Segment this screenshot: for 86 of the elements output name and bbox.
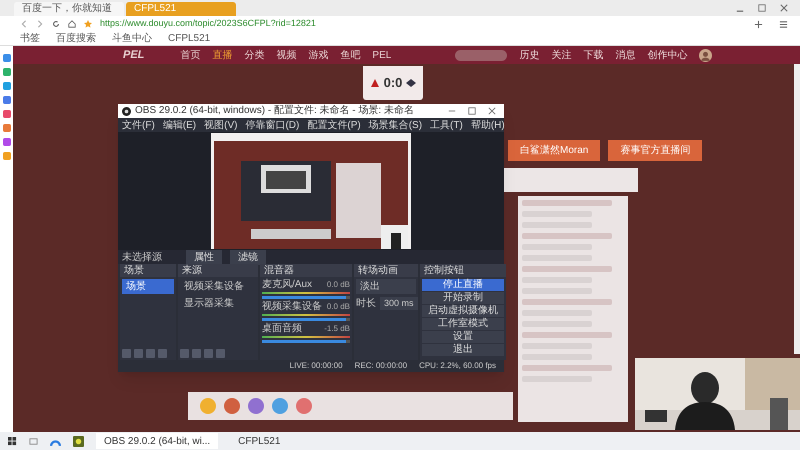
nav-link[interactable]: 鱼吧 — [340, 48, 360, 62]
start-icon[interactable] — [8, 436, 17, 446]
channel-name: 视频采集设备 — [262, 301, 322, 312]
db-reading: -1.5 dB — [324, 323, 350, 334]
dock-title: 转场动画 — [358, 264, 398, 278]
score-text: 0:0 — [384, 74, 402, 92]
maximize-icon[interactable] — [468, 107, 476, 115]
back-icon[interactable] — [20, 20, 28, 28]
maximize-icon[interactable] — [758, 4, 766, 12]
bookmark-link[interactable]: 百度搜索 — [56, 32, 96, 44]
duration-field[interactable]: 300 ms — [380, 296, 418, 310]
db-reading: 0.0 dB — [326, 279, 350, 290]
site-logo: PEL — [123, 48, 144, 63]
nav-link[interactable]: 直播 — [212, 48, 232, 62]
taskbar-button[interactable]: OBS 29.0.2 (64-bit, wi... — [96, 433, 218, 449]
nav-link[interactable]: 首页 — [180, 48, 200, 62]
control-button[interactable]: 启动虚拟摄像机 — [422, 305, 504, 317]
menu-item[interactable]: 停靠窗口(D) — [245, 118, 300, 132]
channel-name: 桌面音频 — [262, 323, 302, 334]
app-logo-icon — [122, 106, 131, 116]
promo-button[interactable]: 赛事官方直播间 — [608, 140, 702, 161]
promo-button[interactable]: 白鲨潇然Moran — [508, 140, 600, 161]
bookmark-link[interactable]: 斗鱼中心 — [112, 32, 152, 44]
bookmark-link[interactable]: 书签 — [20, 32, 40, 44]
rec-timer: REC: 00:00:00 — [354, 360, 408, 372]
gift-icon[interactable] — [296, 398, 312, 414]
menu-item[interactable]: 编辑(E) — [162, 118, 196, 132]
header-link[interactable]: 历史 — [519, 48, 540, 62]
menu-icon[interactable] — [779, 20, 788, 28]
source-item[interactable]: 视频采集设备 — [180, 279, 256, 294]
header-link[interactable]: 创作中心 — [647, 48, 688, 62]
menu-item[interactable]: 视图(V) — [204, 118, 238, 132]
star-icon[interactable] — [84, 20, 92, 28]
app-icon[interactable] — [73, 436, 84, 446]
nav-link[interactable]: 游戏 — [308, 48, 328, 62]
search-field[interactable] — [455, 50, 508, 60]
window-title: OBS 29.0.2 (64-bit, windows) - 配置文件: 未命名 - 场景: 未命名 — [135, 105, 414, 117]
nav-link[interactable]: PEL — [372, 48, 392, 62]
control-button[interactable]: 开始录制 — [422, 292, 504, 304]
bookmark-link[interactable]: CFPL521 — [168, 32, 210, 44]
live-timer: LIVE: 00:00:00 — [290, 360, 343, 372]
team-logo-icon — [406, 78, 416, 88]
nav-link[interactable]: 视频 — [276, 48, 296, 62]
gift-icon[interactable] — [248, 398, 264, 414]
home-icon[interactable] — [68, 20, 76, 28]
channel-name: 麦克风/Aux — [262, 279, 312, 290]
cpu-status: CPU: 2.2%, 60.00 fps — [419, 360, 496, 372]
menu-item[interactable]: 文件(F) — [122, 118, 155, 132]
forward-icon[interactable] — [36, 20, 44, 28]
control-button[interactable]: 设置 — [422, 331, 504, 343]
dock-title: 场景 — [124, 264, 144, 278]
duration-label: 时长 — [356, 296, 376, 311]
close-icon[interactable] — [488, 107, 496, 115]
nav-link[interactable]: 分类 — [244, 48, 264, 62]
plus-icon[interactable] — [754, 20, 763, 28]
dock-title: 来源 — [182, 264, 202, 278]
menu-item[interactable]: 配置文件(P) — [307, 118, 361, 132]
dock-title: 混音器 — [264, 264, 294, 278]
gift-icon[interactable] — [224, 398, 240, 414]
source-item[interactable]: 显示器采集 — [180, 296, 256, 311]
browser-tab[interactable]: 百度一下，你就知道 — [14, 2, 124, 16]
scrollbar[interactable] — [794, 64, 800, 354]
toolbar-button[interactable]: 属性 — [186, 250, 222, 264]
header-link[interactable]: 关注 — [551, 48, 572, 62]
toolbar-button[interactable]: 滤镜 — [230, 250, 266, 264]
control-button[interactable]: 停止直播 — [422, 279, 504, 291]
scene-item[interactable]: 场景 — [122, 279, 174, 294]
menu-item[interactable]: 帮助(H) — [470, 118, 505, 132]
control-button[interactable]: 退出 — [422, 344, 504, 356]
menu-item[interactable]: 场景集合(S) — [368, 118, 422, 132]
reload-icon[interactable] — [52, 20, 60, 28]
gift-icon[interactable] — [272, 398, 288, 414]
control-button[interactable]: 工作室模式 — [422, 318, 504, 330]
source-status-text: 未选择源 — [122, 250, 162, 264]
header-link[interactable]: 消息 — [615, 48, 636, 62]
menu-item[interactable]: 工具(T) — [430, 118, 463, 132]
gift-icon[interactable] — [200, 398, 216, 414]
avatar-icon[interactable] — [699, 48, 712, 62]
transition-dropdown[interactable]: 淡出 — [356, 279, 416, 294]
header-link[interactable]: 下载 — [583, 48, 604, 62]
dock-title: 控制按钮 — [424, 264, 464, 278]
db-reading: 0.0 dB — [326, 301, 350, 312]
taskbar-button[interactable]: CFPL521 — [230, 433, 288, 449]
close-icon[interactable] — [780, 4, 788, 12]
team-logo-icon — [370, 78, 380, 88]
task-view-icon[interactable] — [29, 436, 38, 446]
